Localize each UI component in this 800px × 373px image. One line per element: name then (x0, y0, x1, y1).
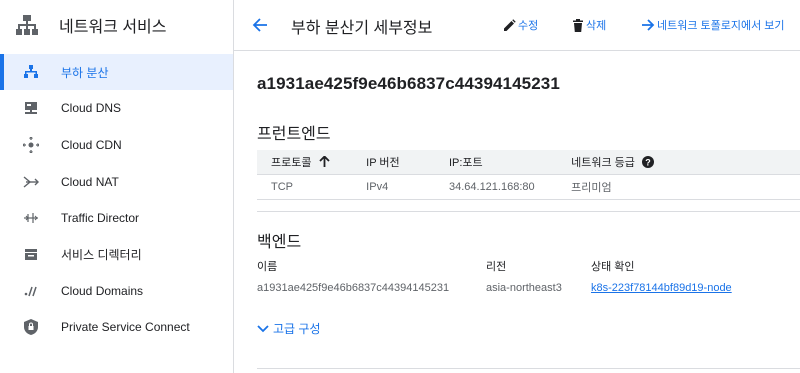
sidebar-item-service-directory[interactable]: 서비스 디렉터리 (0, 236, 233, 272)
edit-button[interactable]: 수정 (503, 17, 538, 33)
view-in-topology-button[interactable]: 네트워크 토폴로지에서 보기 (642, 17, 785, 33)
sidebar: 네트워크 서비스 부하 분산 Cloud DNS Cloud CDN Cloud… (0, 0, 234, 373)
sidebar-item-label: Traffic Director (61, 211, 140, 225)
sidebar-title: 네트워크 서비스 (59, 19, 167, 36)
frontend-table: 프로토콜 IP 버전 IP:포트 네트워크 등급 ? TCP IPv4 34.6… (257, 150, 800, 200)
cell-protocol: TCP (257, 174, 367, 200)
sidebar-item-private-service-connect[interactable]: Private Service Connect (0, 309, 233, 345)
cell-ip-port: 34.64.121.168:80 (448, 174, 572, 200)
traffic-director-icon (22, 209, 40, 227)
cdn-icon (22, 136, 40, 154)
sidebar-header: 네트워크 서비스 (0, 0, 233, 50)
sidebar-item-cloud-domains[interactable]: Cloud Domains (0, 273, 233, 309)
sidebar-item-traffic-director[interactable]: Traffic Director (0, 200, 233, 236)
backend-header-health-check: 상태 확인 (591, 261, 635, 273)
delete-label: 삭제 (586, 20, 607, 32)
pencil-icon (504, 18, 516, 31)
bottom-divider (257, 368, 800, 369)
column-header-ip-port: IP:포트 (448, 150, 572, 175)
sidebar-item-load-balancing[interactable]: 부하 분산 (0, 54, 233, 90)
backend-region: asia-northeast3 (486, 282, 562, 294)
delete-button[interactable]: 삭제 (572, 17, 606, 33)
table-row: TCP IPv4 34.64.121.168:80 프리미엄 (257, 174, 800, 200)
sort-ascending-icon (318, 155, 330, 167)
edit-label: 수정 (518, 20, 539, 32)
advanced-config-label: 고급 구성 (273, 322, 321, 336)
cell-network-tier: 프리미엄 (571, 174, 800, 200)
sidebar-item-label: 서비스 디렉터리 (61, 247, 142, 262)
nat-icon (22, 173, 40, 191)
sidebar-item-cloud-dns[interactable]: Cloud DNS (0, 90, 233, 126)
backend-header-name: 이름 (257, 261, 278, 273)
sidebar-item-label: Cloud CDN (61, 138, 122, 152)
column-header-network-tier: 네트워크 등급 ? (571, 150, 800, 175)
backend-header-region: 리전 (486, 261, 507, 273)
sidebar-item-label: Cloud DNS (61, 101, 122, 115)
section-divider (257, 211, 800, 212)
page-title: 부하 분산기 세부정보 (291, 20, 433, 37)
health-check-link[interactable]: k8s-223f78144bf89d19-node (591, 282, 732, 294)
domains-icon (22, 282, 40, 300)
private-service-connect-icon (22, 318, 40, 336)
advanced-config-toggle[interactable]: 고급 구성 (257, 320, 321, 337)
backend-title: 백엔드 (257, 234, 302, 251)
sidebar-item-label: Cloud Domains (61, 284, 144, 298)
sidebar-item-label: Cloud NAT (61, 175, 119, 189)
column-header-ip-version: IP 버전 (366, 150, 449, 175)
help-icon[interactable]: ? (641, 156, 654, 168)
service-directory-icon (22, 245, 40, 263)
network-services-icon (16, 14, 38, 36)
svg-text:?: ? (645, 157, 651, 167)
cell-ip-version: IPv4 (366, 174, 449, 200)
arrow-right-icon (642, 19, 655, 31)
sidebar-item-cloud-cdn[interactable]: Cloud CDN (0, 127, 233, 163)
topology-label: 네트워크 토폴로지에서 보기 (657, 20, 785, 32)
trash-icon (573, 18, 583, 32)
load-balancer-id: a1931ae425f9e46b6837c44394145231 (257, 74, 560, 93)
sidebar-item-label: Private Service Connect (61, 320, 190, 334)
sidebar-item-cloud-nat[interactable]: Cloud NAT (0, 164, 233, 200)
dns-icon (22, 99, 40, 117)
column-header-protocol[interactable]: 프로토콜 (257, 150, 367, 175)
back-arrow-icon[interactable] (248, 13, 272, 37)
sidebar-item-label: 부하 분산 (61, 65, 109, 80)
header-bar: 부하 분산기 세부정보 수정 삭제 네트워크 토폴로지에서 보기 (234, 0, 800, 51)
backend-name: a1931ae425f9e46b6837c44394145231 (257, 282, 450, 294)
frontend-title: 프런트엔드 (257, 126, 331, 143)
frontend-header-row: 프로토콜 IP 버전 IP:포트 네트워크 등급 ? (257, 150, 800, 175)
chevron-down-icon (257, 324, 269, 332)
load-balancing-icon (22, 63, 40, 81)
